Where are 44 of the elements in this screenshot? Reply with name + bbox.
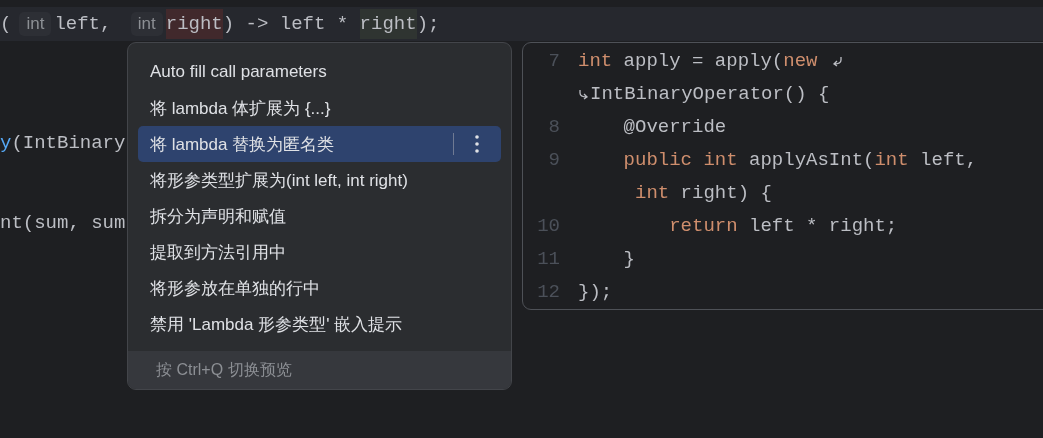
code-text: right) { bbox=[679, 181, 772, 204]
menu-item[interactable]: 将 lambda 体扩展为 {...} bbox=[138, 90, 501, 126]
code-text: apply = apply( bbox=[622, 49, 784, 72]
menu-item[interactable]: 将 lambda 替换为匿名类 bbox=[138, 126, 501, 162]
inlay-hint: int bbox=[130, 12, 163, 36]
code-text: left * right; bbox=[748, 214, 898, 237]
code-text: ( bbox=[0, 13, 12, 35]
code-text: }); bbox=[578, 280, 613, 303]
menu-item-label: 提取到方法引用中 bbox=[150, 241, 287, 264]
menu-item[interactable]: Auto fill call parameters bbox=[138, 54, 501, 90]
menu-item[interactable]: 将形参类型扩展为(int left, int right) bbox=[138, 162, 501, 198]
code-keyword: return bbox=[668, 214, 738, 237]
code-text: IntBinaryOperator() { bbox=[590, 82, 830, 105]
menu-item-label: Auto fill call parameters bbox=[150, 62, 328, 82]
more-options-icon[interactable] bbox=[475, 135, 479, 153]
code-keyword: int bbox=[578, 49, 613, 72]
menu-item-label: 将 lambda 替换为匿名类 bbox=[150, 133, 336, 156]
highlighted-code-text: right bbox=[165, 9, 223, 39]
code-keyword: int bbox=[874, 148, 909, 171]
code-keyword: int bbox=[634, 181, 670, 204]
code-text: ) -> left * bbox=[222, 13, 350, 35]
code-text: @Override bbox=[622, 115, 727, 138]
code-text: left, bbox=[54, 13, 113, 35]
code-keyword: public int bbox=[622, 148, 738, 171]
popup-footer-hint: 按 Ctrl+Q 切换预览 bbox=[128, 351, 511, 389]
menu-item-label: 将形参放在单独的行中 bbox=[150, 277, 321, 300]
code-text: ); bbox=[416, 13, 440, 35]
menu-item-label: 将形参类型扩展为(int left, int right) bbox=[150, 169, 409, 192]
menu-item-label: 禁用 'Lambda 形参类型' 嵌入提示 bbox=[150, 313, 404, 336]
code-keyword: new bbox=[783, 49, 818, 72]
highlighted-code-text: right bbox=[359, 9, 417, 39]
menu-item[interactable]: 将形参放在单独的行中 bbox=[138, 270, 501, 306]
menu-item[interactable]: 提取到方法引用中 bbox=[138, 234, 501, 270]
menu-item[interactable]: 禁用 'Lambda 形参类型' 嵌入提示 bbox=[138, 306, 501, 342]
code-text: y bbox=[0, 132, 12, 154]
code-text: (IntBinary bbox=[11, 132, 126, 154]
code-text: applyAsInt( bbox=[748, 148, 875, 171]
menu-item[interactable]: 拆分为声明和赋值 bbox=[138, 198, 501, 234]
inlay-hint: int bbox=[19, 12, 52, 36]
code-text: left, bbox=[919, 148, 978, 171]
code-text: nt(sum, sum bbox=[0, 212, 126, 234]
menu-item-label: 拆分为声明和赋值 bbox=[150, 205, 287, 228]
menu-item-label: 将 lambda 体扩展为 {...} bbox=[150, 97, 332, 120]
code-text: } bbox=[622, 247, 635, 270]
